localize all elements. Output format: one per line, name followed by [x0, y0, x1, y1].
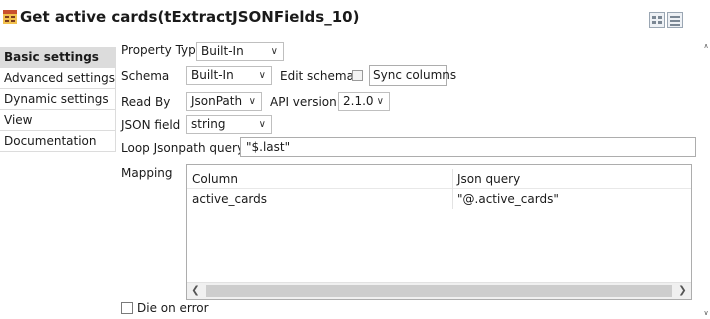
arrow-right-icon[interactable]: ❯	[674, 283, 691, 299]
cell-json-query[interactable]: "@.active_cards"	[452, 189, 559, 209]
layout-buttons	[649, 12, 683, 28]
chevron-down-icon: ∨	[376, 96, 384, 107]
sidebar-item-documentation[interactable]: Documentation	[0, 131, 116, 152]
sync-columns-button[interactable]: Sync columns	[369, 65, 456, 86]
sidebar-item-view[interactable]: View	[0, 110, 116, 131]
title-bar: Get active cards(tExtractJSONFields_10)	[0, 0, 710, 40]
arrow-left-icon[interactable]: ❮	[187, 283, 204, 299]
json-field-value: string	[191, 117, 226, 131]
property-type-select[interactable]: Built-In ∨	[196, 42, 284, 61]
settings-sidebar: Basic settings Advanced settings Dynamic…	[0, 47, 116, 319]
sidebar-item-advanced-settings[interactable]: Advanced settings	[0, 68, 116, 89]
column-header-json-query[interactable]: Json query	[452, 169, 520, 189]
chevron-down-icon: ∨	[258, 70, 266, 81]
read-by-value: JsonPath	[191, 94, 243, 108]
mapping-table: Column Json query active_cards "@.active…	[186, 164, 692, 300]
list-layout-icon[interactable]	[667, 12, 683, 28]
sidebar-item-dynamic-settings[interactable]: Dynamic settings	[0, 89, 116, 110]
schema-value: Built-In	[191, 68, 234, 82]
die-on-error-label: Die on error	[137, 301, 209, 315]
component-icon	[3, 10, 17, 24]
die-on-error-checkbox[interactable]	[121, 302, 133, 314]
api-version-value: 2.1.0	[343, 94, 374, 108]
page-title: Get active cards(tExtractJSONFields_10)	[20, 8, 360, 26]
arrow-down-icon[interactable]: ∨	[702, 309, 710, 317]
property-type-label: Property Type	[121, 43, 204, 57]
loop-query-label: Loop Jsonpath query	[121, 141, 245, 155]
json-field-label: JSON field	[121, 118, 181, 132]
chevron-down-icon: ∨	[248, 96, 256, 107]
table-header: Column Json query	[187, 169, 691, 189]
schema-select[interactable]: Built-In ∨	[186, 66, 272, 85]
property-type-value: Built-In	[201, 44, 244, 58]
sidebar-item-basic-settings[interactable]: Basic settings	[0, 47, 116, 68]
api-version-select[interactable]: 2.1.0 ∨	[338, 92, 390, 111]
cell-column[interactable]: active_cards	[187, 189, 267, 209]
schema-label: Schema	[121, 69, 170, 83]
vertical-scrollbar[interactable]: ∧ ∨	[702, 40, 710, 319]
column-divider	[452, 169, 453, 209]
chevron-down-icon: ∨	[258, 119, 266, 130]
chevron-down-icon: ∨	[270, 46, 278, 57]
loop-query-input[interactable]: "$.last"	[240, 137, 696, 157]
edit-schema-checkbox[interactable]	[352, 70, 363, 81]
edit-schema-label: Edit schema	[280, 69, 354, 83]
json-field-select[interactable]: string ∨	[186, 115, 272, 134]
api-version-label: API version	[270, 95, 337, 109]
mapping-label: Mapping	[121, 166, 173, 180]
arrow-up-icon[interactable]: ∧	[702, 42, 710, 50]
read-by-label: Read By	[121, 95, 171, 109]
grid-layout-icon[interactable]	[649, 12, 665, 28]
basic-settings-panel: Property Type Built-In ∨ Schema Built-In…	[116, 40, 702, 319]
scrollbar-thumb[interactable]	[206, 285, 672, 297]
column-header-column[interactable]: Column	[187, 169, 238, 189]
table-row[interactable]: active_cards "@.active_cards"	[187, 189, 691, 209]
horizontal-scrollbar[interactable]: ❮ ❯	[187, 282, 691, 299]
read-by-select[interactable]: JsonPath ∨	[186, 92, 262, 111]
